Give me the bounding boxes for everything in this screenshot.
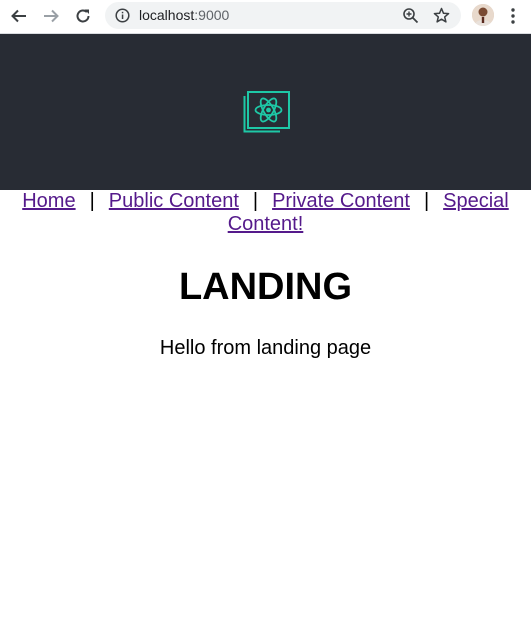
avatar-icon — [472, 4, 494, 26]
nav-link-home[interactable]: Home — [22, 190, 75, 212]
reload-button[interactable] — [71, 5, 95, 27]
forward-button[interactable] — [39, 5, 63, 27]
nav-link-private-content[interactable]: Private Content — [272, 190, 410, 212]
landing-message: Hello from landing page — [159, 337, 372, 359]
url-port: :9000 — [194, 7, 230, 23]
profile-avatar[interactable] — [472, 4, 494, 26]
address-bar[interactable]: localhost:9000 — [105, 2, 461, 29]
react-logo-icon — [243, 91, 290, 133]
back-arrow-icon — [11, 9, 26, 23]
nav-link-public-content[interactable]: Public Content — [109, 190, 239, 212]
reload-icon — [76, 9, 90, 23]
kebab-menu-icon[interactable] — [508, 6, 518, 26]
zoom-icon[interactable] — [402, 7, 419, 24]
url-host: localhost — [139, 7, 195, 23]
nav-separator: | — [252, 190, 259, 212]
back-button[interactable] — [7, 5, 31, 27]
browser-toolbar: localhost:9000 — [0, 0, 531, 34]
nav-separator: | — [423, 190, 430, 212]
star-icon[interactable] — [433, 7, 450, 24]
app-header — [0, 34, 531, 190]
page-title: LANDING — [178, 266, 353, 308]
info-icon[interactable] — [115, 8, 130, 23]
forward-arrow-icon — [44, 9, 59, 23]
nav-links: Home | Public Content | Private Content | Spec… — [0, 190, 531, 236]
nav-separator: | — [89, 190, 95, 212]
url-text[interactable]: localhost:9000 — [139, 7, 229, 24]
